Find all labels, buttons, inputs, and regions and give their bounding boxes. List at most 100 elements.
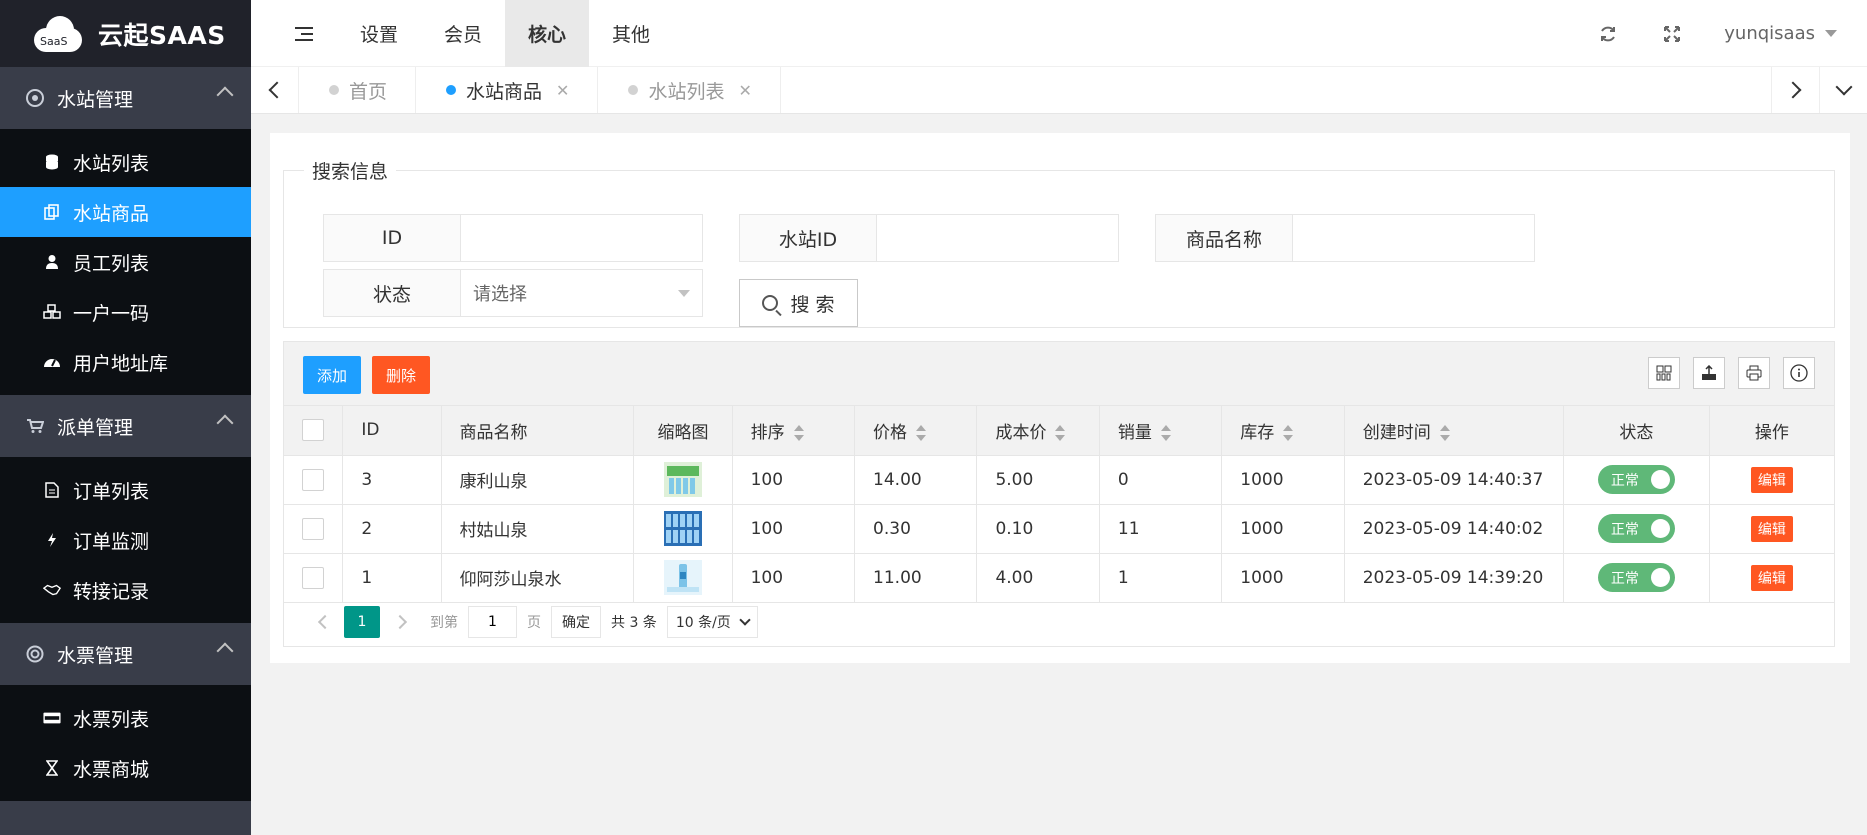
cell-action: 编辑: [1709, 504, 1834, 554]
chevron-up-icon: [216, 414, 234, 432]
search-button[interactable]: 搜 索: [739, 279, 858, 327]
fullscreen-icon[interactable]: [1640, 0, 1704, 67]
goods-table-panel: 添加 删除 ID 商品名称 缩略图 排序 价格 成本价 销量 库存 创建时间 状…: [283, 341, 1835, 647]
username: yunqisaas: [1724, 23, 1815, 44]
product-thumbnail[interactable]: [664, 511, 703, 546]
sidebar-item-transfer-log[interactable]: 转接记录: [0, 565, 251, 615]
top-tab-other[interactable]: 其他: [589, 0, 673, 67]
goods-name-input[interactable]: [1293, 215, 1534, 261]
sort-icon[interactable]: [1160, 424, 1171, 441]
main-content: 搜索信息 ID 水站ID 商品名称 状态 请选择 搜 索 添加 删除 ID 商品…: [270, 133, 1850, 663]
next-page-button[interactable]: [384, 606, 420, 638]
tab-label: 水站商品: [466, 80, 543, 103]
top-tab-core[interactable]: 核心: [505, 0, 590, 67]
product-thumbnail[interactable]: [664, 560, 703, 595]
cell-sort: 100: [732, 504, 856, 554]
sort-icon[interactable]: [1283, 424, 1294, 441]
goto-confirm-button[interactable]: 确定: [551, 605, 601, 638]
tab-station-list[interactable]: 水站列表 ✕: [598, 67, 781, 113]
col-created[interactable]: 创建时间: [1344, 406, 1565, 456]
cell-created: 2023-05-09 14:39:20: [1344, 553, 1565, 603]
sort-icon[interactable]: [793, 424, 804, 441]
cell-created: 2023-05-09 14:40:02: [1344, 504, 1565, 554]
col-id: ID: [342, 406, 442, 456]
cell-stock: 1000: [1221, 455, 1345, 505]
export-icon[interactable]: [1693, 357, 1725, 389]
row-checkbox[interactable]: [302, 468, 325, 491]
info-icon[interactable]: [1783, 357, 1815, 389]
chevron-up-icon: [216, 642, 234, 660]
dot-icon: [329, 85, 339, 95]
submenu-dispatch: 订单列表 订单监测 转接记录: [0, 457, 251, 623]
select-all-cell: [284, 406, 344, 456]
menu-group-ticket[interactable]: 水票管理: [0, 623, 251, 685]
sidebar-item-ticket-mall[interactable]: 水票商城: [0, 743, 251, 793]
select-all-checkbox[interactable]: [302, 419, 325, 442]
sidebar-item-order-list[interactable]: 订单列表: [0, 465, 251, 515]
sort-icon[interactable]: [916, 424, 927, 441]
refresh-icon[interactable]: [1576, 0, 1640, 67]
tab-scroll-left-button[interactable]: [251, 67, 299, 113]
edit-button[interactable]: 编辑: [1750, 564, 1793, 591]
page-size-select[interactable]: 10 条/页: [666, 605, 758, 638]
product-thumbnail[interactable]: [664, 462, 703, 497]
cell-status: 正常: [1563, 553, 1710, 603]
tab-station-goods[interactable]: 水站商品 ✕: [416, 67, 599, 113]
dot-icon: [628, 85, 639, 95]
id-input[interactable]: [461, 215, 702, 261]
top-tab-settings[interactable]: 设置: [337, 0, 421, 67]
tab-home[interactable]: 首页: [299, 67, 417, 113]
add-button[interactable]: 添加: [303, 356, 362, 394]
chevron-down-icon: [1835, 78, 1852, 96]
col-sort[interactable]: 排序: [732, 406, 856, 456]
edit-button[interactable]: 编辑: [1750, 466, 1793, 493]
columns-icon[interactable]: [1648, 357, 1680, 389]
row-checkbox[interactable]: [302, 517, 325, 540]
cell-sales: 11: [1099, 504, 1223, 554]
delete-button[interactable]: 删除: [372, 356, 431, 394]
menu-group-station[interactable]: 水站管理: [0, 67, 251, 129]
prev-page-button[interactable]: [304, 606, 340, 638]
top-tab-member[interactable]: 会员: [421, 0, 505, 67]
cell-name: 村姑山泉: [441, 504, 635, 554]
close-icon[interactable]: ✕: [738, 81, 751, 100]
goto-page-input[interactable]: [468, 605, 517, 638]
sidebar-item-station-goods[interactable]: 水站商品: [0, 187, 251, 237]
cell-cost: 0.10: [976, 504, 1100, 554]
cell-stock: 1000: [1221, 504, 1345, 554]
status-toggle[interactable]: 正常: [1597, 563, 1675, 592]
cell-id: 1: [342, 553, 442, 603]
col-price[interactable]: 价格: [854, 406, 978, 456]
close-icon[interactable]: ✕: [556, 81, 569, 100]
col-cost[interactable]: 成本价: [976, 406, 1100, 456]
tab-scroll-right-button[interactable]: [1771, 67, 1819, 113]
col-stock[interactable]: 库存: [1221, 406, 1345, 456]
cubes-icon: [43, 304, 61, 320]
sort-icon[interactable]: [1439, 424, 1450, 441]
row-checkbox[interactable]: [302, 566, 325, 589]
station-id-input[interactable]: [877, 215, 1118, 261]
sidebar-item-ticket-list[interactable]: 水票列表: [0, 693, 251, 743]
sidebar-item-one-code[interactable]: 一户一码: [0, 287, 251, 337]
cell-sales: 0: [1099, 455, 1223, 505]
menu-group-dispatch[interactable]: 派单管理: [0, 395, 251, 457]
sidebar-item-station-list[interactable]: 水站列表: [0, 137, 251, 187]
sidebar-toggle-button[interactable]: [271, 0, 337, 67]
status-select[interactable]: 请选择: [461, 270, 702, 316]
status-toggle[interactable]: 正常: [1597, 465, 1675, 494]
sort-icon[interactable]: [1055, 424, 1066, 441]
cell-price: 14.00: [854, 455, 978, 505]
sidebar-item-staff-list[interactable]: 员工列表: [0, 237, 251, 287]
menu-group-label: 水票管理: [57, 644, 134, 667]
edit-button[interactable]: 编辑: [1750, 515, 1793, 542]
id-field: ID: [323, 214, 703, 262]
sidebar-item-order-monitor[interactable]: 订单监测: [0, 515, 251, 565]
status-toggle[interactable]: 正常: [1597, 514, 1675, 543]
user-menu[interactable]: yunqisaas: [1704, 23, 1867, 44]
print-icon[interactable]: [1738, 357, 1770, 389]
page-label: 页: [527, 614, 541, 631]
col-sales[interactable]: 销量: [1099, 406, 1223, 456]
tab-options-button[interactable]: [1819, 67, 1867, 113]
page-number-current[interactable]: 1: [344, 605, 380, 638]
sidebar-item-address-book[interactable]: 用户地址库: [0, 337, 251, 387]
